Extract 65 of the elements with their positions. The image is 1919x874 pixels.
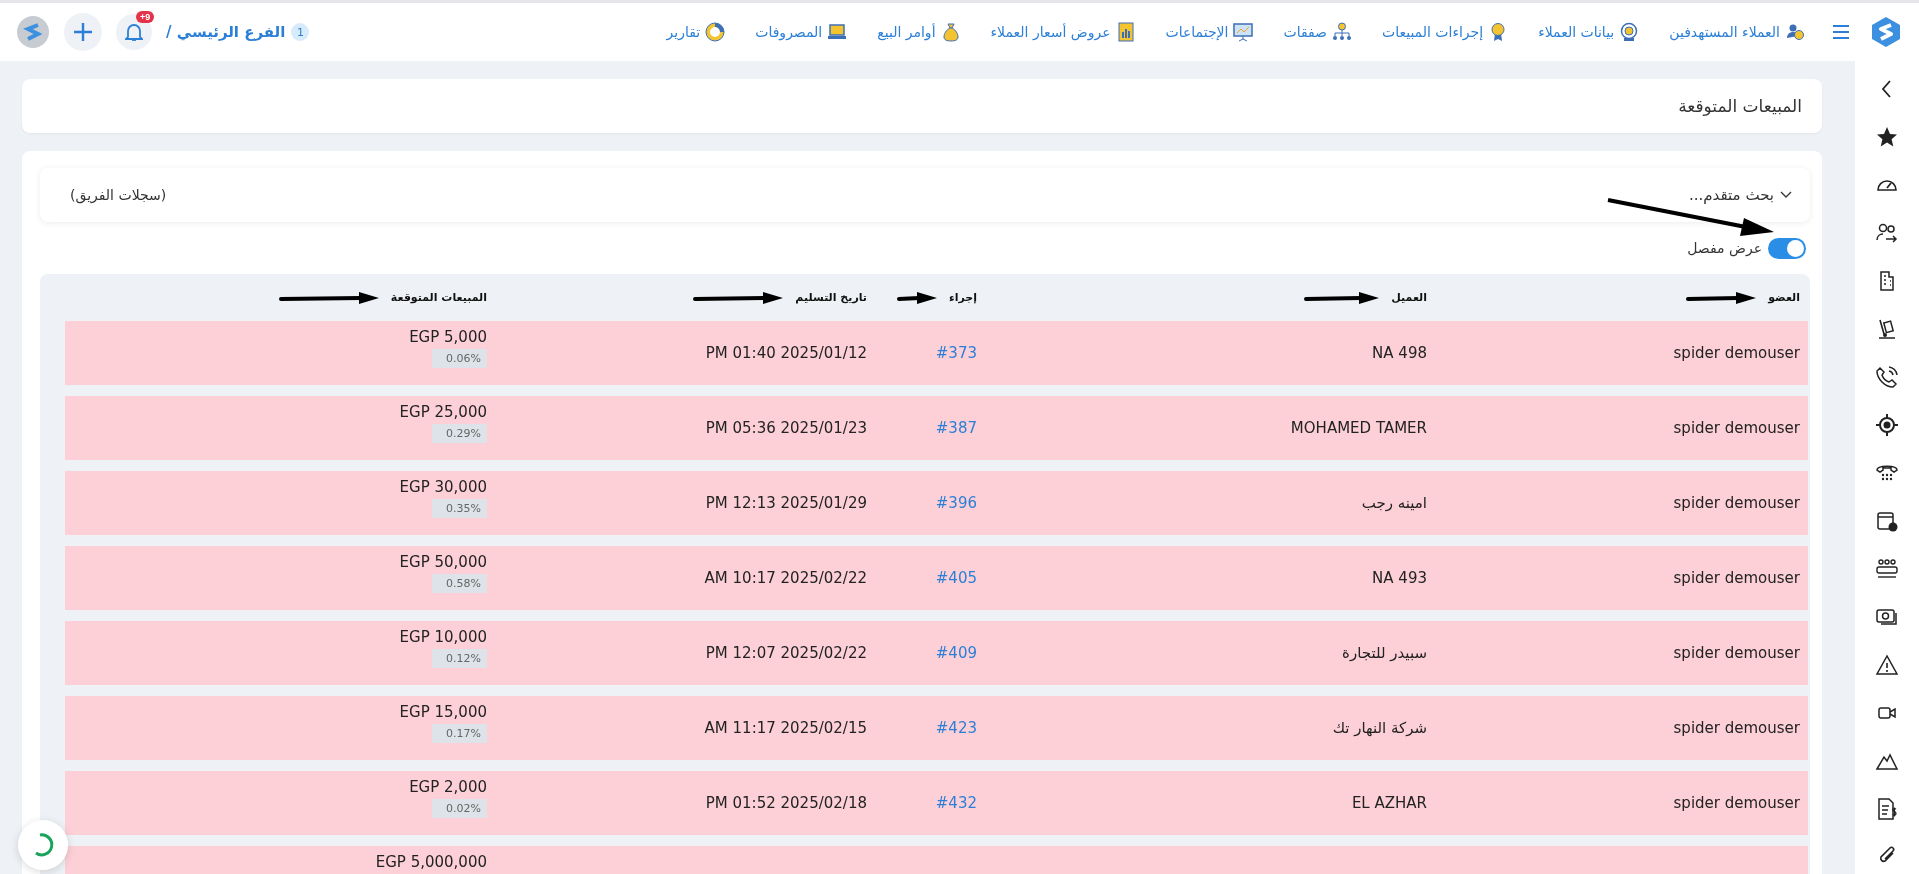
percentage-tag: 0.29% xyxy=(432,424,487,443)
delivery-date: PM 12:13 2025/01/29 xyxy=(705,494,867,512)
delivery-date: PM 01:52 2025/02/18 xyxy=(705,794,867,812)
nav-link[interactable]: الإجتماعات xyxy=(1165,22,1254,42)
member-name: spider demouser xyxy=(1673,644,1800,662)
column-header: إجراء xyxy=(949,291,977,304)
nav-link[interactable]: إجراءات المبيعات xyxy=(1381,22,1509,42)
member-name: spider demouser xyxy=(1673,719,1800,737)
action-link[interactable]: #405 xyxy=(935,569,977,587)
nav-link[interactable]: تقارير xyxy=(666,22,726,42)
column-header: المبيعات المتوقعة xyxy=(390,291,487,304)
delivery-date: PM 01:40 2025/01/12 xyxy=(705,344,867,362)
member-name: spider demouser xyxy=(1673,419,1800,437)
expected-sales-amount: EGP 5,000,000 xyxy=(375,853,487,871)
client-name: شركة النهار تك xyxy=(1332,719,1427,737)
percentage-tag: 0.58% xyxy=(432,574,487,593)
delivery-date: PM 12:07 2025/02/22 xyxy=(705,644,867,662)
detailed-view-label: عرض مفصل xyxy=(1687,240,1762,256)
percentage-tag: 0.06% xyxy=(432,349,487,368)
member-name: spider demouser xyxy=(1673,344,1800,362)
expected-sales-amount: EGP 2,000 xyxy=(409,778,487,796)
column-header: تاريخ التسليم xyxy=(795,291,867,304)
action-link[interactable]: #432 xyxy=(935,794,977,812)
expected-sales-amount: EGP 50,000 xyxy=(399,553,487,571)
column-header: العميل xyxy=(1391,291,1427,304)
action-link[interactable]: #387 xyxy=(935,419,977,437)
delivery-date: AM 11:17 2025/02/15 xyxy=(704,719,867,737)
page-title: المبيعات المتوقعة xyxy=(1678,96,1802,116)
percentage-tag: 0.35% xyxy=(432,499,487,518)
client-name: MOHAMED TAMER xyxy=(1290,419,1427,437)
percentage-tag: 0.17% xyxy=(432,724,487,743)
delivery-date: AM 10:17 2025/02/22 xyxy=(704,569,867,587)
member-name: spider demouser xyxy=(1673,569,1800,587)
percentage-tag: 0.02% xyxy=(432,799,487,818)
action-link[interactable]: #396 xyxy=(935,494,977,512)
records-scope-label: (سجلات الفريق) xyxy=(70,187,167,203)
client-name: EL AZHAR xyxy=(1351,794,1427,812)
member-name: spider demouser xyxy=(1673,494,1800,512)
expected-sales-amount: EGP 15,000 xyxy=(399,703,487,721)
percentage-tag: 0.12% xyxy=(432,649,487,668)
notifications-button[interactable]: +9 xyxy=(116,14,152,50)
nav-link[interactable]: المصروفات xyxy=(755,22,848,42)
nav-link[interactable]: بيانات العملاء xyxy=(1538,22,1640,42)
notification-count-badge: +9 xyxy=(136,11,155,23)
client-name: NA 493 xyxy=(1372,569,1427,587)
member-name: spider demouser xyxy=(1673,794,1800,812)
advanced-search-toggle[interactable]: بحث متقدم... xyxy=(1689,186,1792,204)
nav-link[interactable]: عروض أسعار العملاء xyxy=(990,22,1136,42)
expected-sales-amount: EGP 30,000 xyxy=(399,478,487,496)
nav-link[interactable]: العملاء المستهدفين xyxy=(1669,22,1805,42)
column-header: العضو xyxy=(1768,291,1800,304)
client-name: سبيدر للتجارة xyxy=(1342,644,1427,662)
action-link[interactable]: #373 xyxy=(935,344,977,362)
client-name: NA 498 xyxy=(1372,344,1427,362)
client-name: امينه رجب xyxy=(1361,494,1427,512)
branch-count-badge: 1 xyxy=(291,23,310,41)
action-link[interactable]: #409 xyxy=(935,644,977,662)
expected-sales-amount: EGP 25,000 xyxy=(399,403,487,421)
nav-link[interactable]: أوامر البيع xyxy=(877,22,961,42)
expected-sales-amount: EGP 5,000 xyxy=(409,328,487,346)
action-link[interactable]: #423 xyxy=(935,719,977,737)
expected-sales-amount: EGP 10,000 xyxy=(399,628,487,646)
branch-link[interactable]: الفرع الرئيسي / xyxy=(166,23,286,41)
nav-link[interactable]: صفقات xyxy=(1283,22,1352,42)
delivery-date: PM 05:36 2025/01/23 xyxy=(705,419,867,437)
